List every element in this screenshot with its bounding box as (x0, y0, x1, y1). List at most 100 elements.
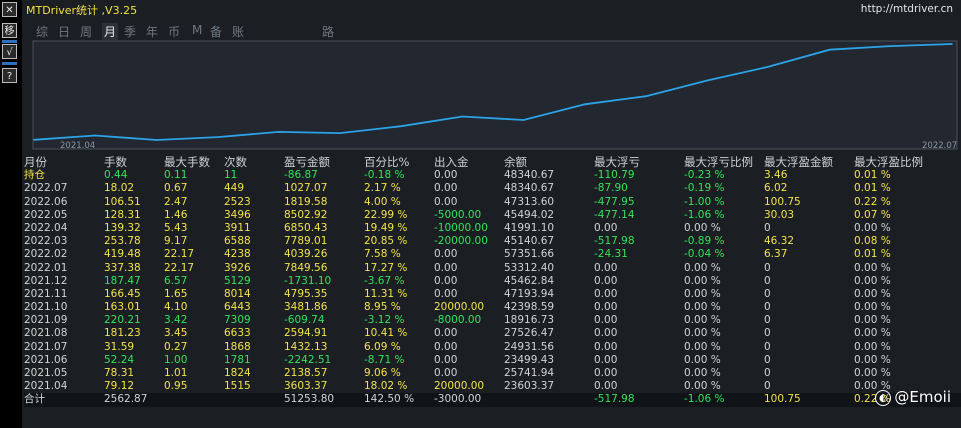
table-cell: 0 (764, 221, 771, 234)
watermark-text: @Emoii (894, 388, 951, 406)
site-url-link[interactable]: http://mtdriver.cn (861, 3, 953, 15)
table-cell: 19.49 % (364, 221, 408, 234)
table-cell: 6.09 % (364, 340, 401, 353)
table-cell: 6588 (224, 235, 251, 248)
help-tool-button[interactable]: ? (2, 68, 17, 83)
equity-point (33, 138, 35, 141)
column-header[interactable]: 月份 (24, 156, 47, 169)
table-cell: 47193.94 (504, 287, 555, 300)
table-cell: 20000.00 (434, 380, 485, 393)
table-cell: -0.18 % (364, 169, 405, 182)
table-cell: -0.19 % (684, 182, 725, 195)
table-cell: 20.85 % (364, 235, 408, 248)
table-cell: 48340.67 (504, 169, 555, 182)
table-cell: 0.00 (434, 353, 458, 366)
tab-period-3[interactable]: 月 (102, 23, 119, 40)
table-cell: 0.00 (434, 340, 458, 353)
table-cell: -609.74 (284, 314, 325, 327)
table-cell: 3496 (224, 208, 251, 221)
column-header[interactable]: 余额 (504, 156, 527, 169)
table-cell: 419.48 (104, 248, 141, 261)
tab-period-0[interactable]: 综 (36, 23, 48, 40)
column-header[interactable]: 最大浮亏比例 (684, 156, 753, 169)
table-cell: 100.75 (764, 195, 801, 208)
check-tool-button[interactable]: √ (2, 44, 17, 59)
table-row: 2021.10 163.01 4.10 6443 3481.86 8.95 % 20000.… (24, 301, 961, 314)
table-cell: 23499.43 (504, 353, 555, 366)
table-row: 2021.04 79.12 0.95 1515 3603.37 18.02 % 20000.… (24, 380, 961, 393)
table-cell: 2021.05 (24, 367, 68, 379)
table-cell: 0 (764, 340, 771, 353)
table-cell: 0.00 (434, 274, 458, 287)
table-cell: -477.14 (594, 208, 635, 221)
table-cell: 7789.01 (284, 235, 328, 248)
table-row: 2021.09 220.21 3.42 7309 -609.74 -3.12 % -8000… (24, 314, 961, 327)
tab-period-6[interactable]: 币 (168, 23, 180, 40)
watermark: ◐ @Emoii (875, 388, 951, 406)
table-cell: 0 (764, 353, 771, 366)
table-cell: -87.90 (594, 182, 628, 195)
table-cell: 0.00 % (854, 261, 891, 274)
equity-point (339, 132, 341, 134)
table-cell: -1.06 % (684, 208, 725, 221)
table-cell: 48340.67 (504, 182, 555, 195)
table-cell: 0.01 % (854, 169, 891, 182)
table-cell: 0.00 (434, 182, 458, 195)
table-cell: 46.32 (764, 235, 795, 248)
column-header[interactable]: 最大浮亏 (594, 156, 640, 169)
table-cell: 3.46 (764, 169, 788, 182)
tab-period-7[interactable]: M (192, 23, 202, 37)
tab-period-2[interactable]: 周 (80, 23, 92, 40)
table-cell: 0.00 (594, 380, 618, 393)
equity-point (522, 119, 525, 121)
table-cell: -1731.10 (284, 274, 332, 287)
table-cell: 0.11 (164, 169, 188, 182)
table-cell: 6.02 (764, 182, 788, 195)
table-cell: 1824 (224, 367, 251, 379)
table-cell: 1819.58 (284, 195, 328, 208)
table-cell: -517.98 (594, 393, 635, 406)
column-header[interactable]: 最大浮盈比例 (854, 156, 923, 169)
table-cell: 0.00 % (854, 274, 891, 287)
table-cell: -3.67 % (364, 274, 405, 287)
column-header[interactable]: 百分比% (364, 156, 409, 169)
table-cell: 22.99 % (364, 208, 408, 221)
table-cell: 181.23 (104, 327, 141, 340)
close-tool-button[interactable]: ✕ (2, 2, 17, 17)
table-cell: 2022.04 (24, 221, 68, 234)
table-cell: 27526.47 (504, 327, 555, 340)
table-cell: 0.00 % (684, 327, 721, 340)
table-row: 2022.06 106.51 2.47 2523 1819.58 4.00 % 0.00 47… (24, 196, 961, 209)
column-header[interactable]: 最大浮盈金额 (764, 156, 833, 169)
table-cell: 0.00 % (684, 314, 721, 327)
equity-point (216, 136, 219, 138)
column-header[interactable]: 次数 (224, 156, 247, 169)
table-header-row: 月份 手数 最大手数 次数 盈亏金额 百分比% 出入金 余额 最大浮亏 最大浮亏比例 最大浮盈金额 最… (24, 156, 961, 169)
table-cell: 2021.09 (24, 314, 68, 327)
table-cell: 1432.13 (284, 340, 328, 353)
move-tool-button[interactable]: 移 (2, 23, 17, 38)
tab-period-8[interactable]: 备 (210, 23, 222, 40)
tab-period-4[interactable]: 季 (124, 23, 136, 40)
table-cell: 187.47 (104, 274, 141, 287)
column-header[interactable]: 出入金 (434, 156, 469, 169)
table-cell: 0.00 % (684, 287, 721, 300)
tab-period-1[interactable]: 日 (58, 23, 70, 40)
table-cell: 0.00 % (854, 287, 891, 300)
table-cell: -5000.00 (434, 208, 482, 221)
table-cell: 4795.35 (284, 287, 328, 300)
monthly-stats-table: 月份 手数 最大手数 次数 盈亏金额 百分比% 出入金 余额 最大浮亏 最大浮亏比例 最大浮盈金额 最… (24, 156, 961, 408)
column-header[interactable]: 最大手数 (164, 156, 210, 169)
table-cell: 8.95 % (364, 301, 401, 314)
table-cell: 52.24 (104, 353, 135, 366)
table-row: 2021.11 166.45 1.65 8014 4795.35 11.31 % 0.00 4… (24, 288, 961, 301)
table-row: 2022.03 253.78 9.17 6588 7789.01 20.85 % -2000… (24, 235, 961, 248)
table-cell: 0.00 % (854, 221, 891, 234)
table-cell: 0 (764, 287, 771, 300)
column-header[interactable]: 手数 (104, 156, 127, 169)
table-cell: 166.45 (104, 287, 141, 300)
table-cell: 106.51 (104, 195, 141, 208)
tab-period-5[interactable]: 年 (146, 23, 158, 40)
table-cell: -3.12 % (364, 314, 405, 327)
column-header[interactable]: 盈亏金额 (284, 156, 330, 169)
